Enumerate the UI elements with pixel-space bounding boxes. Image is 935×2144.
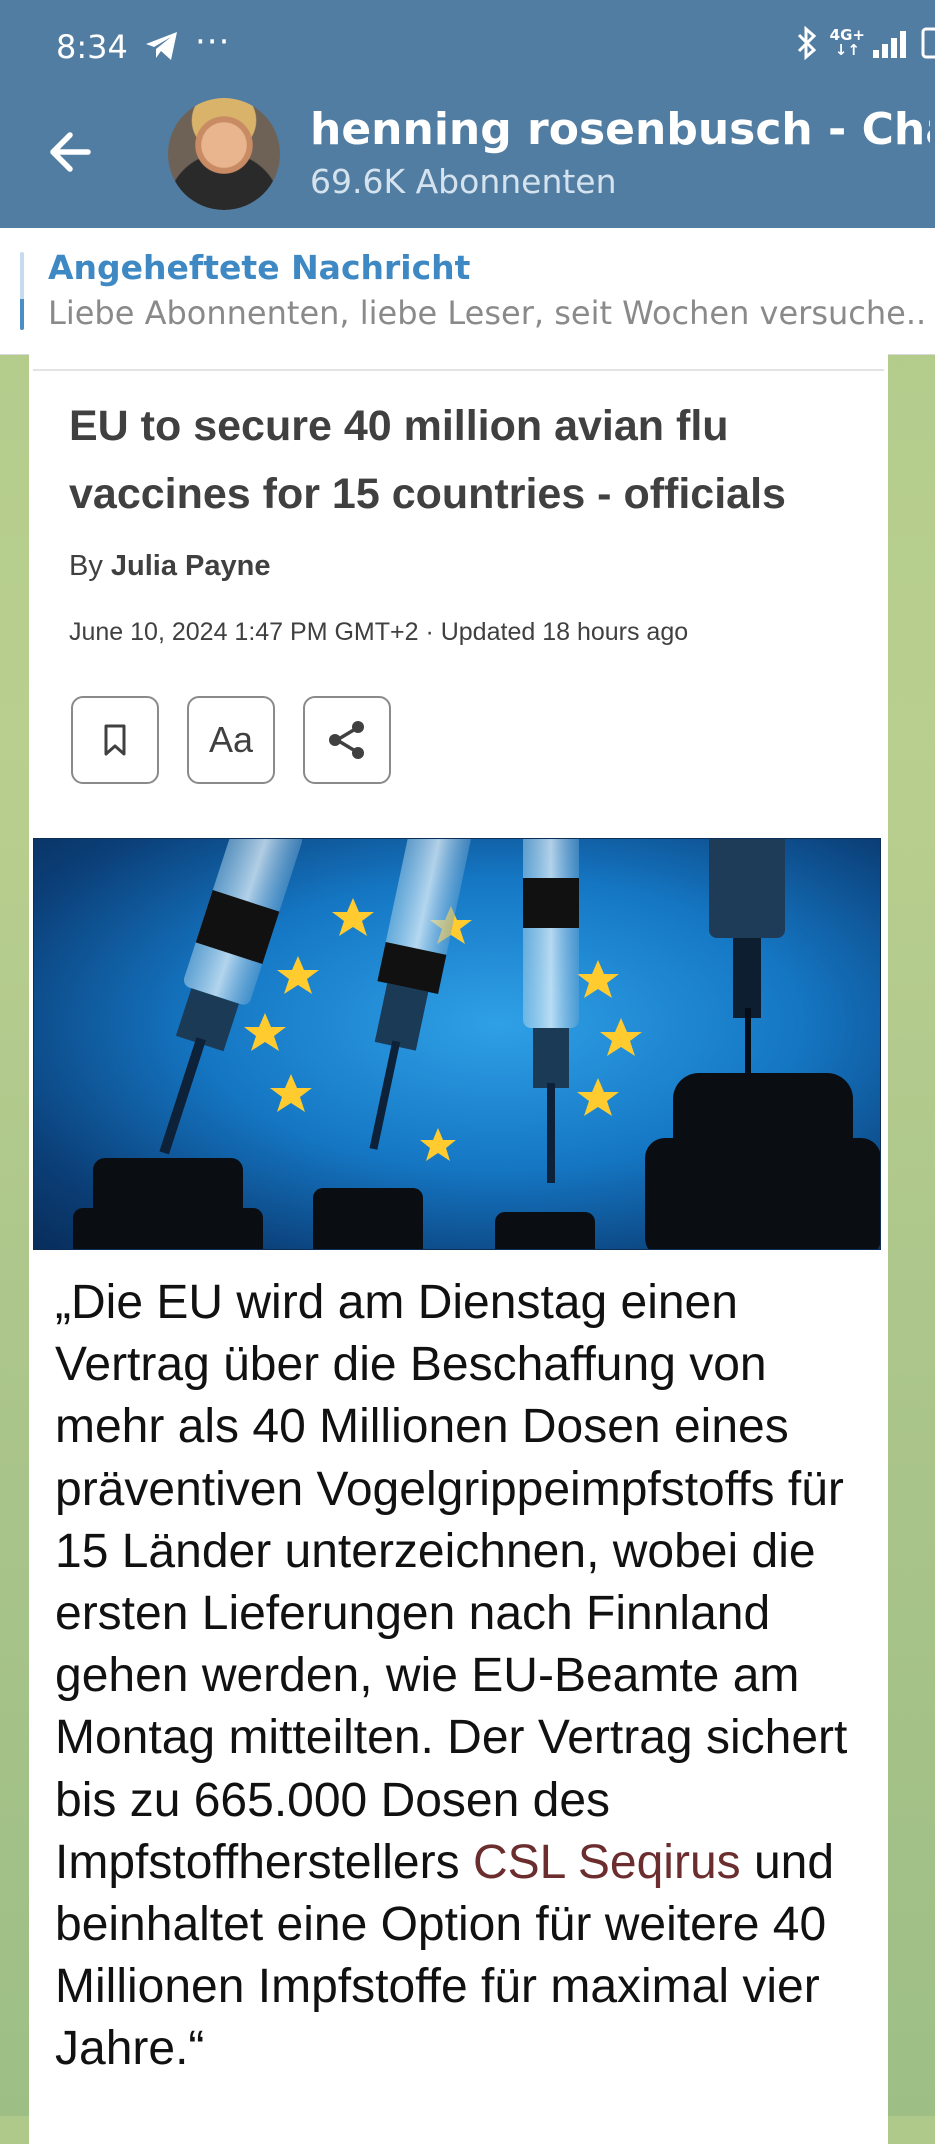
article-photo[interactable]	[33, 838, 881, 1250]
more-notifications-icon: ···	[195, 22, 231, 62]
share-button	[303, 696, 391, 784]
bookmark-icon	[104, 724, 126, 756]
telegram-notification-icon	[146, 32, 177, 60]
chat-header: 8:34 ··· 4G+ ↓↑ henning rosenbusch - Cha…	[0, 0, 935, 228]
highlighted-company-name: CSL Seqirus	[472, 1835, 741, 1889]
data-activity-label: ↓↑	[834, 41, 860, 59]
pinned-message-bar[interactable]: Angeheftete Nachricht Liebe Abonnenten, …	[0, 228, 935, 355]
byline-prefix: By	[69, 550, 103, 582]
article-dateline: June 10, 2024 1:47 PM GMT+2 · Updated 18…	[69, 618, 689, 646]
message-text: „Die EU wird am Dienstag einen Vertrag ü…	[55, 1272, 885, 2081]
share-icon	[329, 721, 364, 759]
pinned-preview: Liebe Abonnenten, liebe Leser, seit Woch…	[48, 294, 928, 332]
text-size-label: Aa	[208, 719, 254, 760]
channel-avatar[interactable]	[168, 98, 280, 210]
vaccine-syringes-illustration	[33, 838, 881, 1250]
battery-icon	[921, 27, 935, 59]
bluetooth-icon	[797, 26, 816, 60]
pinned-title: Angeheftete Nachricht	[48, 248, 471, 287]
back-arrow-icon[interactable]	[44, 124, 100, 180]
signal-strength-icon	[873, 31, 906, 58]
article-byline: By Julia Payne	[69, 550, 271, 583]
article-author: Julia Payne	[110, 550, 271, 582]
divider	[33, 369, 884, 371]
bookmark-button	[71, 696, 159, 784]
message-text-part-1: „Die EU wird am Dienstag einen Vertrag ü…	[55, 1276, 848, 1889]
channel-title[interactable]: henning rosenbusch - Chann	[310, 104, 930, 155]
message-bubble[interactable]: EU to secure 40 million avian flu vaccin…	[29, 354, 888, 2144]
pinned-indicator	[20, 252, 24, 330]
article-headline: EU to secure 40 million avian flu vaccin…	[69, 402, 786, 518]
status-icons: 4G+ ↓↑	[796, 26, 935, 60]
article-screenshot: EU to secure 40 million avian flu vaccin…	[29, 354, 888, 854]
text-size-button: Aa	[187, 696, 275, 784]
subscriber-count: 69.6K Abonnenten	[310, 162, 617, 201]
status-time: 8:34	[56, 28, 128, 66]
